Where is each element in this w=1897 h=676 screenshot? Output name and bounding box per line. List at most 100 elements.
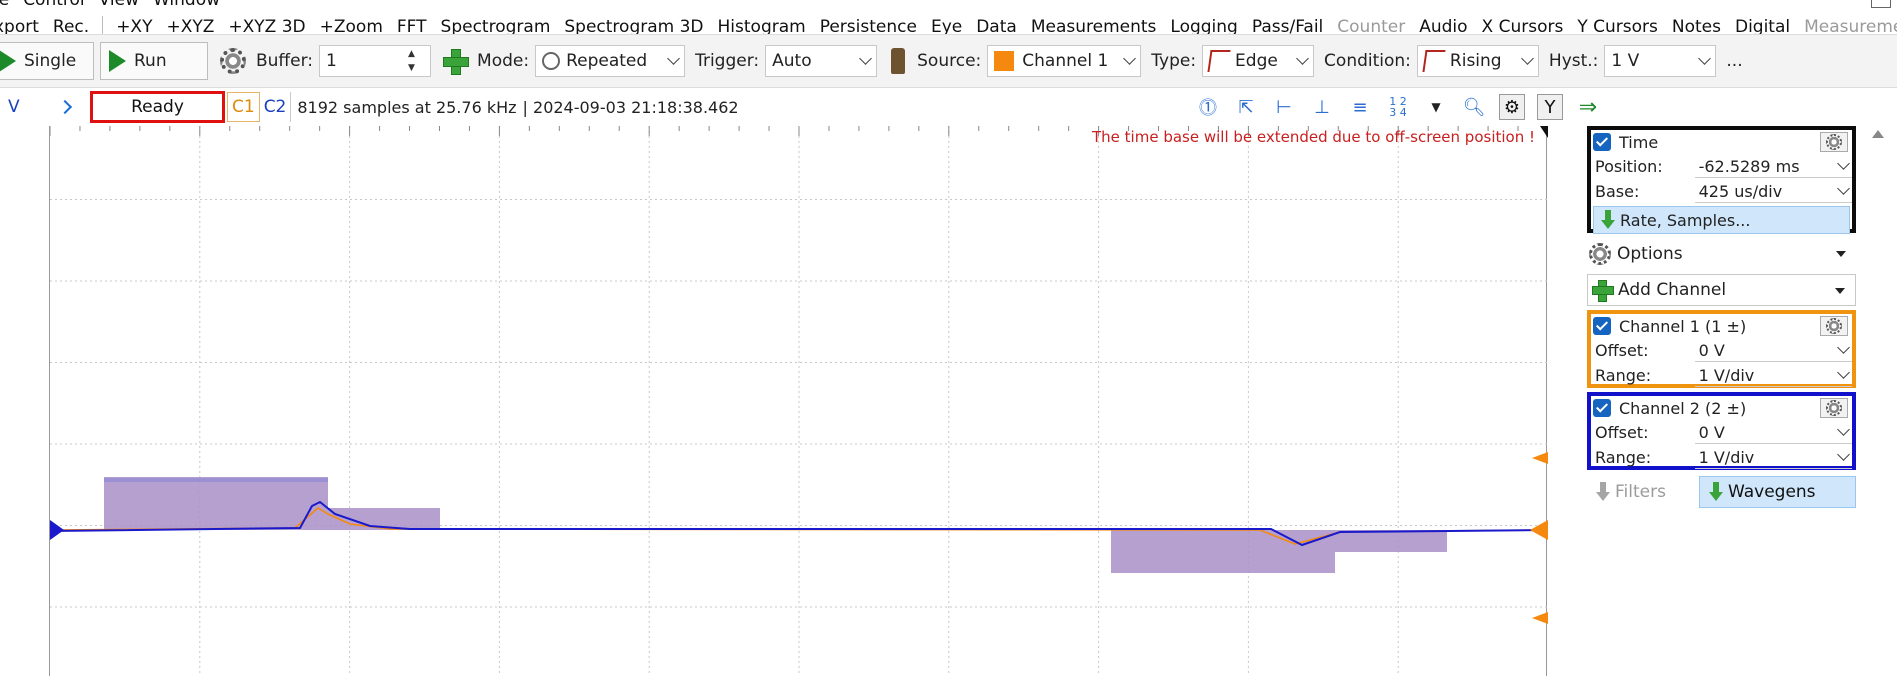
rate-samples-button[interactable]: Rate, Samples... [1593, 206, 1850, 234]
channel1-gear-button[interactable] [1820, 316, 1848, 336]
submenu-item[interactable]: Spectrogram 3D [557, 17, 710, 34]
channel1-range-select[interactable]: 1 V/div [1694, 365, 1852, 387]
position-select[interactable]: -62.5289 ms [1694, 156, 1852, 178]
play-icon [0, 50, 16, 72]
submenu-item[interactable]: Pass/Fail [1245, 17, 1330, 34]
wavegens-button[interactable]: Wavegens [1699, 476, 1856, 508]
submenu-item[interactable]: X Cursors [1475, 17, 1571, 34]
buffer-stepper[interactable]: ▲ ▼ [408, 48, 424, 74]
trigger-level-marker [1532, 612, 1548, 624]
y-axis-button[interactable]: Y [1537, 94, 1563, 120]
menu-file[interactable]: le [0, 0, 16, 9]
vertical-cursor-icon[interactable]: ⊥ [1309, 94, 1335, 120]
main-toolbar: Single Run Buffer: 1 ▲ ▼ Mode: Repeated T… [0, 34, 1897, 88]
buffer-label: Buffer: [256, 51, 314, 71]
dropdown-arrow-icon[interactable]: ▼ [1423, 94, 1449, 120]
submenu-item[interactable]: Measurements [1024, 17, 1164, 34]
channel2-gear-button[interactable] [1820, 398, 1848, 418]
submenu-item[interactable]: Persistence [813, 17, 924, 34]
condition-select[interactable]: Rising [1416, 45, 1539, 77]
instrument-menu-row: xportRec.+XY+XYZ+XYZ 3D+ZoomFFTSpectrogr… [0, 16, 1897, 34]
channel2-chip[interactable]: C2 [260, 92, 292, 122]
buffer-input[interactable]: 1 ▲ ▼ [319, 45, 432, 77]
submenu-item[interactable]: Spectrogram [434, 17, 558, 34]
submenu-item[interactable]: Digital [1728, 17, 1797, 34]
align-left-icon[interactable]: ≡ [1347, 94, 1373, 120]
submenu-item[interactable]: Logging [1163, 17, 1244, 34]
zoom-info-icon[interactable]: ⓵ [1195, 94, 1221, 120]
trigger-label: Trigger: [695, 51, 760, 71]
time-checkbox[interactable] [1593, 133, 1611, 151]
channel2-title: Channel 2 (2 ±) [1619, 398, 1747, 418]
numbers-icon[interactable]: 1 2 3 4 [1385, 94, 1411, 120]
gear-icon[interactable] [220, 48, 246, 74]
channel2-checkbox[interactable] [1593, 399, 1611, 417]
channel2-offset-select[interactable]: 0 V [1694, 422, 1852, 444]
channel1-offset-select[interactable]: 0 V [1694, 340, 1852, 362]
plot-canvas[interactable] [50, 126, 1548, 676]
chevron-right-icon[interactable] [57, 99, 73, 115]
filters-button[interactable]: Filters [1587, 476, 1699, 508]
submenu-item[interactable]: +Zoom [313, 17, 390, 34]
gear-icon[interactable]: ⚙ [1499, 94, 1525, 120]
window-restore-icon[interactable] [1871, 0, 1891, 8]
mode-select[interactable]: Repeated [535, 45, 686, 77]
oscilloscope-plot[interactable] [49, 126, 1548, 676]
submenu-item[interactable]: +XYZ 3D [221, 17, 312, 34]
zoom-icon[interactable]: 🔍︎ [1461, 94, 1487, 120]
menu-control[interactable]: Control [16, 0, 91, 9]
trigger-select[interactable]: Auto [765, 45, 878, 77]
submenu-item[interactable]: +XY [109, 17, 159, 34]
menu-window[interactable]: Window [146, 0, 227, 9]
gear-icon [1826, 134, 1842, 150]
cursor-arrow-icon[interactable]: ⇱ [1233, 94, 1259, 120]
channel1-chip[interactable]: C1 [227, 92, 260, 122]
hyst-label: Hyst.: [1548, 51, 1599, 71]
submenu-item[interactable]: Histogram [711, 17, 813, 34]
submenu-item[interactable]: +XYZ [159, 17, 221, 34]
arrow-right-icon[interactable]: ⇒ [1575, 94, 1601, 120]
source-label: Source: [917, 51, 982, 71]
submenu-item[interactable]: Eye [924, 17, 969, 34]
position-label: Position: [1595, 157, 1663, 176]
offset-label: Offset: [1595, 423, 1649, 442]
chevron-down-icon [1837, 448, 1850, 461]
hyst-select[interactable]: 1 V [1604, 45, 1717, 77]
arrow-down-icon [1601, 210, 1615, 230]
chevron-down-icon [1837, 157, 1850, 170]
source-select[interactable]: Channel 1 [987, 45, 1142, 77]
plus-icon[interactable] [443, 49, 470, 75]
menu-view[interactable]: View [92, 0, 146, 9]
time-gear-button[interactable] [1820, 132, 1848, 152]
gear-icon [1826, 400, 1842, 416]
panel-scrollbar[interactable] [1860, 126, 1897, 676]
channel2-range-select[interactable]: 1 V/div [1694, 447, 1852, 469]
play-icon [109, 50, 126, 72]
view-v-label[interactable]: V [8, 97, 48, 117]
run-button[interactable]: Run [100, 42, 208, 80]
submenu-item[interactable]: xport [0, 17, 46, 34]
base-select[interactable]: 425 us/div [1694, 181, 1852, 203]
options-dropdown[interactable]: Options [1587, 238, 1856, 270]
chevron-down-icon [667, 52, 680, 65]
scroll-up-icon[interactable] [1872, 130, 1884, 138]
submenu-item[interactable]: Y Cursors [1570, 17, 1665, 34]
more-button[interactable]: ... [1726, 51, 1742, 71]
channel1-checkbox[interactable] [1593, 317, 1611, 335]
horizontal-cursor-icon[interactable]: ⊢ [1271, 94, 1297, 120]
type-select[interactable]: Edge [1202, 45, 1315, 77]
type-label: Type: [1151, 51, 1197, 71]
submenu-item[interactable]: Notes [1665, 17, 1728, 34]
submenu-item[interactable]: Rec. [46, 17, 96, 34]
wavegen-block [1111, 530, 1335, 573]
submenu-item[interactable]: Audio [1412, 17, 1474, 34]
single-button[interactable]: Single [0, 42, 94, 80]
channel2-range-row: Range: 1 V/div [1591, 445, 1852, 470]
chevron-down-icon [1837, 423, 1850, 436]
add-channel-button[interactable]: Add Channel [1587, 274, 1856, 306]
menu-bar: leControlViewWindow xportRec. +XY+XYZ+XYZ … [0, 0, 1897, 34]
submenu-item[interactable]: Data [969, 17, 1024, 34]
time-header: Time [1591, 130, 1852, 154]
hammer-icon[interactable] [891, 48, 906, 74]
submenu-item[interactable]: FFT [390, 17, 434, 34]
